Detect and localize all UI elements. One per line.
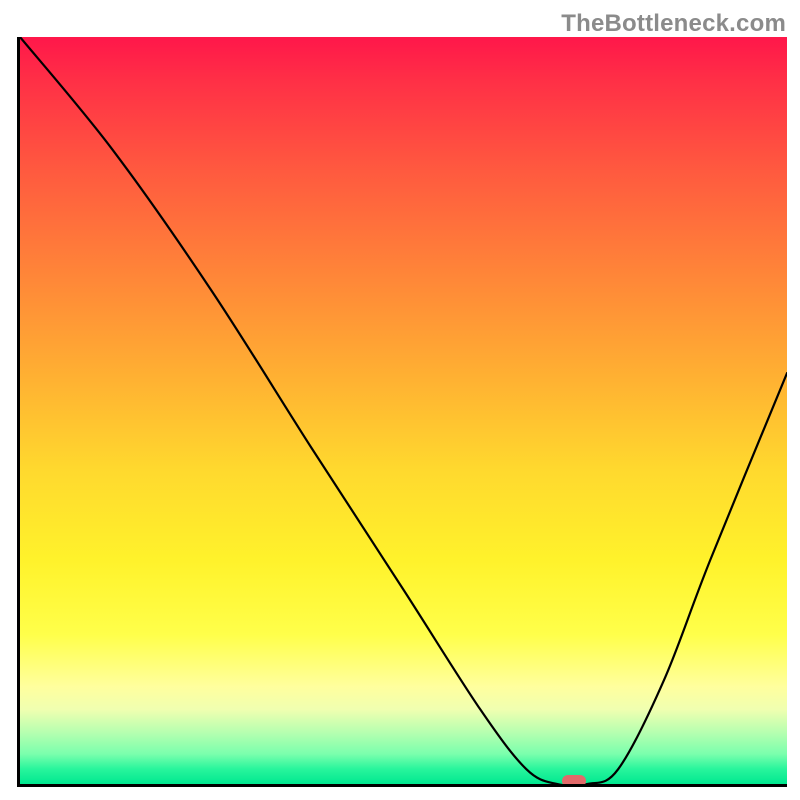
bottleneck-chart: TheBottleneck.com [0,0,800,800]
plot-area [17,37,787,787]
watermark-text: TheBottleneck.com [561,10,786,38]
optimal-point-marker [562,775,586,787]
bottleneck-curve [20,37,787,784]
